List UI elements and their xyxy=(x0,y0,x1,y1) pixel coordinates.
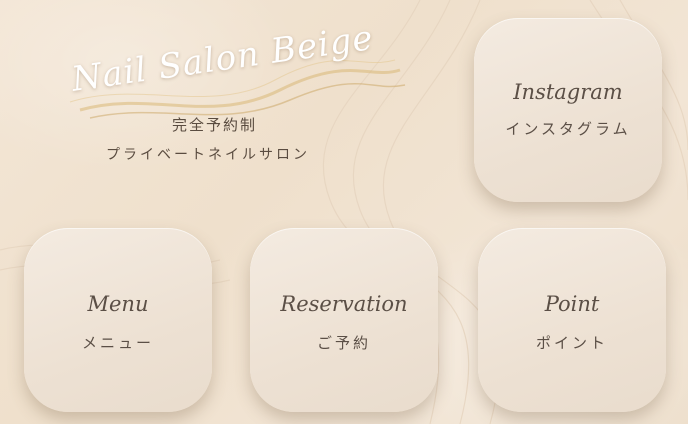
point-card-button[interactable]: Point ポイント xyxy=(478,228,666,412)
point-subtitle: ポイント xyxy=(535,334,608,352)
instagram-card-button[interactable]: Instagram インスタグラム xyxy=(474,18,662,202)
salon-description: プライベートネイルサロン xyxy=(106,147,310,163)
reservation-only-label: 完全予約制 xyxy=(172,116,258,134)
menu-title: Menu xyxy=(87,292,149,316)
menu-card-button[interactable]: Menu メニュー xyxy=(24,228,212,412)
brand-header: Nail Salon Beige 完全予約制 プライベートネイルサロン xyxy=(60,18,410,180)
menu-subtitle: メニュー xyxy=(81,334,154,352)
reservation-title: Reservation xyxy=(280,292,408,316)
reservation-card-button[interactable]: Reservation ご予約 xyxy=(250,228,438,412)
point-title: Point xyxy=(544,292,600,316)
instagram-subtitle: インスタグラム xyxy=(505,120,631,138)
instagram-title: Instagram xyxy=(513,80,623,104)
reservation-subtitle: ご予約 xyxy=(316,334,371,352)
